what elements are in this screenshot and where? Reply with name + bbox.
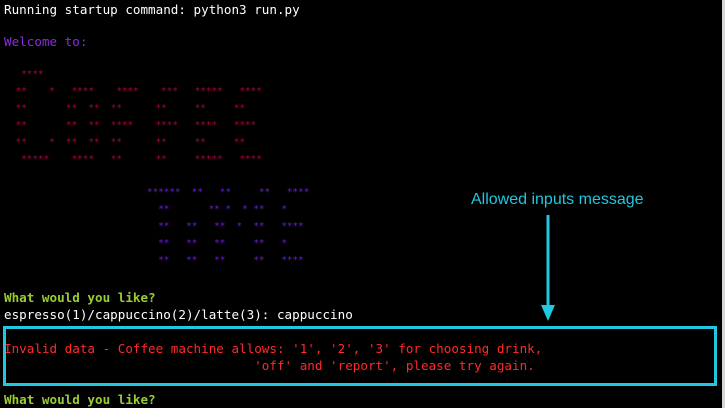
arrow-head [541,305,555,321]
prompt-question: What would you like? [4,290,156,305]
error-highlight-box [3,326,717,386]
annotation-label: Allowed inputs message [471,191,644,208]
ascii-art-time: ****** ** ** ** **** ** ** * * ** * ** *… [147,187,310,266]
prompt-question-repeat: What would you like? [4,392,156,407]
terminal-window[interactable]: Running startup command: python3 run.py … [0,0,722,408]
startup-command-line: Running startup command: python3 run.py [4,2,300,17]
ascii-art-coffee: **** ** * **** **** *** ***** **** ** **… [15,69,262,165]
prompt-options-input[interactable]: espresso(1)/cappuccino(2)/latte(3): capp… [4,307,353,323]
welcome-line: Welcome to: [4,34,88,49]
annotation-arrow-icon [541,215,555,321]
